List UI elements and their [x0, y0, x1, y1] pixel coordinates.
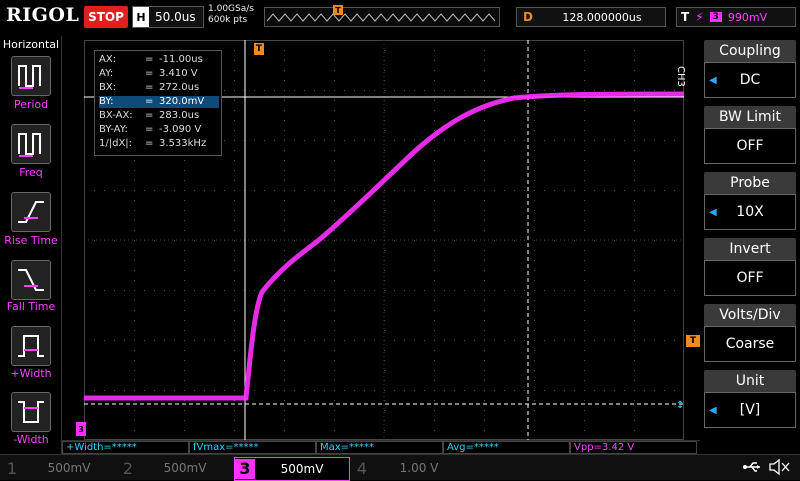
measurement-vpp[interactable]: Vpp=3.42 V — [570, 441, 697, 454]
period-label: Period — [13, 98, 49, 111]
coupling-title: Coupling — [704, 40, 796, 62]
neg-width-button[interactable] — [11, 392, 51, 432]
freq-label: Freq — [19, 166, 43, 179]
fall-time-label: Fall Time — [6, 300, 56, 313]
measurement-max[interactable]: Max=***** — [316, 441, 443, 454]
trigger-position-marker[interactable]: T — [254, 43, 264, 55]
cursor-row-ay: AY: = 3.410 V — [99, 68, 198, 79]
memory-overview-bar[interactable]: T — [264, 5, 500, 27]
bw-limit-title: BW Limit — [704, 106, 796, 128]
probe-title: Probe — [704, 172, 796, 194]
knob-arrow-icon: ◀ — [709, 75, 717, 86]
timebase-indicator[interactable]: H 50.0us — [132, 6, 204, 28]
probe-button[interactable]: ◀ 10X — [704, 194, 796, 230]
period-button[interactable] — [11, 56, 51, 96]
trigger-level-marker[interactable]: T — [686, 335, 700, 347]
channel-2-scale: 500mV — [163, 461, 207, 475]
channel-4-button[interactable]: 4 1.00 V — [352, 457, 466, 479]
freq-icon — [18, 133, 41, 157]
channel-bar: 1 500mV 2 500mV 3 500mV 4 1.00 V — [0, 454, 800, 481]
volts-div-button[interactable]: Coarse — [704, 326, 796, 362]
rise-time-label: Rise Time — [4, 234, 58, 247]
volts-div-title: Volts/Div — [704, 304, 796, 326]
measurement-pos-width[interactable]: +Width=***** — [62, 441, 189, 454]
fall-edge-icon — [18, 269, 44, 291]
pos-width-icon — [18, 335, 44, 357]
fall-time-button[interactable] — [11, 260, 51, 300]
memory-depth: 600k pts — [208, 15, 248, 25]
delay-tag: D — [523, 10, 533, 24]
bw-limit-button[interactable]: OFF — [704, 128, 796, 164]
cursor-row-ax: AX: = -11.00us — [99, 54, 203, 65]
period-icon — [18, 65, 41, 89]
cursor-row-by: BY: = 320.0mV — [99, 96, 219, 108]
probe-value: 10X — [736, 204, 764, 220]
channel-3-scale: 500mV — [280, 462, 324, 476]
neg-width-icon — [18, 401, 44, 423]
unit-button[interactable]: ◀ [V] — [704, 392, 796, 428]
ch3-ground-marker[interactable]: 3 — [76, 422, 86, 436]
sampling-info: 1.00GSa/s 600k pts — [208, 4, 262, 26]
sample-rate: 1.00GSa/s — [208, 4, 254, 14]
rise-edge-icon — [18, 201, 44, 223]
knob-arrow-icon: ◀ — [709, 405, 717, 416]
channel-1-scale: 500mV — [47, 461, 91, 475]
rise-time-button[interactable] — [11, 192, 51, 232]
invert-button[interactable]: OFF — [704, 260, 796, 296]
channel-menu-label: CH3 — [675, 66, 686, 87]
pos-width-label: +Width — [10, 367, 52, 380]
channel-1-button[interactable]: 1 500mV — [2, 457, 116, 479]
coupling-button[interactable]: ◀ DC — [704, 62, 796, 98]
trigger-source: 3 — [709, 12, 722, 22]
speaker-muted-icon[interactable] — [768, 458, 792, 476]
channel-4-scale: 1.00 V — [399, 461, 439, 475]
volts-div-value: Coarse — [725, 336, 775, 352]
measurement-vmax[interactable]: fVmax=***** — [189, 441, 316, 454]
memory-waveform — [266, 13, 496, 22]
measurement-avg[interactable]: Avg=***** — [443, 441, 570, 454]
neg-width-label: -Width — [13, 433, 49, 446]
rising-edge-icon: ⚡ — [695, 10, 704, 24]
memory-trigger-marker: T — [333, 5, 343, 15]
invert-title: Invert — [704, 238, 796, 260]
timebase-value: 50.0us — [155, 10, 196, 24]
measurement-bar: +Width=***** fVmax=***** Max=***** Avg=*… — [62, 440, 700, 454]
unit-title: Unit — [704, 370, 796, 392]
unit-value: [V] — [739, 402, 761, 418]
left-menu-title: Horizontal — [2, 38, 60, 51]
cursor-readout-panel: AX: = -11.00us AY: = 3.410 V BX: = 272.0us BY:… — [94, 50, 222, 156]
cursor-row-by-ay: BY-AY: = -3.090 V — [99, 124, 202, 135]
trigger-level: 990mV — [727, 10, 768, 24]
run-stop-status[interactable]: STOP — [84, 6, 128, 28]
pos-width-button[interactable] — [11, 326, 51, 366]
brand-logo: RIGOL — [6, 4, 80, 26]
channel-2-button[interactable]: 2 500mV — [118, 457, 232, 479]
horizontal-tag: H — [133, 7, 149, 27]
channel-3-button[interactable]: 3 500mV — [234, 457, 350, 481]
cursor-row-inverse-dx: 1/|dX|: = 3.533kHz — [99, 138, 207, 149]
cursor-b-arrow-icon: ↕ — [676, 400, 684, 411]
knob-arrow-icon: ◀ — [709, 207, 717, 218]
delay-value: 128.000000us — [562, 10, 642, 24]
cursor-row-bx-ax: BX-AX: = 283.0us — [99, 110, 200, 121]
bw-limit-value: OFF — [736, 138, 764, 154]
horizontal-delay[interactable]: D 128.000000us — [516, 7, 666, 27]
cursor-row-bx: BX: = 272.0us — [99, 82, 200, 93]
trigger-tag: T — [681, 10, 690, 24]
invert-value: OFF — [736, 270, 764, 286]
usb-icon — [743, 462, 760, 472]
coupling-value: DC — [739, 72, 761, 88]
trigger-indicator[interactable]: T ⚡ 3 990mV — [676, 7, 796, 27]
freq-button[interactable] — [11, 124, 51, 164]
